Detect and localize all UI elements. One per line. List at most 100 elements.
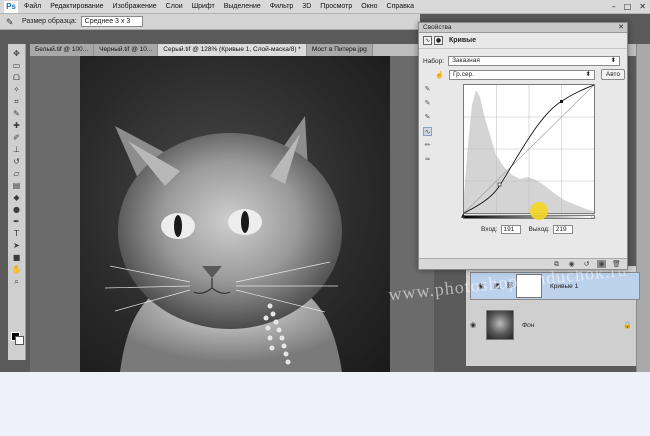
maximize-button[interactable]: □ [624,2,632,11]
menu-window[interactable]: Окно [361,3,377,10]
visibility-icon[interactable]: ◉ [597,260,606,268]
sample-size-label: Размер образца: [22,18,77,25]
mask-icon[interactable]: ● [434,36,443,45]
white-point-slider-icon[interactable]: △ [591,212,596,219]
auto-button[interactable]: Авто [601,69,625,80]
shape-tool-icon[interactable]: ■ [11,252,23,263]
hand-tool-icon[interactable]: ✋ [11,264,23,275]
lasso-tool-icon[interactable]: ᗝ [11,72,23,83]
chevron-down-icon: ⬍ [610,57,617,64]
marquee-tool-icon[interactable]: ▭ [11,60,23,71]
white-point-eyedropper-icon[interactable]: ✎ [423,113,432,122]
trash-icon[interactable]: 🗑 [612,260,621,268]
black-point-eyedropper-icon[interactable]: ✎ [423,85,432,94]
gradient-tool-icon[interactable]: ▤ [11,180,23,191]
menu-layers[interactable]: Слои [166,3,183,10]
quick-select-icon[interactable]: ✧ [11,84,23,95]
minimize-button[interactable]: – [612,2,616,11]
curves-graph[interactable] [463,84,595,214]
healing-tool-icon[interactable]: ✚ [11,120,23,131]
blur-tool-icon[interactable]: ◆ [11,192,23,203]
adjustment-name: Кривые [449,37,477,44]
window-controls: – □ ✕ [612,2,646,11]
cat-photo [80,56,390,372]
tonal-gradient-bar [463,215,595,219]
menu-image[interactable]: Изображение [113,3,157,10]
pencil-tool-icon[interactable]: ✏ [423,141,432,150]
layer-thumbnail [486,310,514,340]
view-previous-icon[interactable]: ◉ [567,260,576,268]
cursor-highlight [530,202,548,220]
stamp-tool-icon[interactable]: ⊥ [11,144,23,155]
properties-panel: Свойства ✕ ∿ ● Кривые Набор: Заказная ⬍ … [418,22,628,270]
eyedropper-tool-icon[interactable]: ✎ [11,108,23,119]
eyedropper-icon[interactable]: ✎ [6,17,16,27]
panel-title: Свойства [423,24,452,31]
options-bar: ✎ Размер образца: Среднее 3 х 3 [0,14,420,30]
output-label: Выход: [528,226,550,233]
smooth-tool-icon[interactable]: ≈ [423,155,432,164]
layer-background[interactable]: ◉ Фон 🔒 [466,308,636,342]
channel-select[interactable]: Гр.сер. ⬍ [449,69,595,80]
menu-3d[interactable]: 3D [302,3,311,10]
menu-type[interactable]: Шрифт [192,3,215,10]
reset-icon[interactable]: ↺ [582,260,591,268]
input-label: Вход: [481,226,498,233]
output-field[interactable]: 219 [552,225,573,234]
tab-black[interactable]: Черный.tif @ 10... [94,44,159,56]
type-tool-icon[interactable]: T [11,228,23,239]
menu-view[interactable]: Просмотр [320,3,352,10]
black-point-slider-icon[interactable]: ▲ [461,212,466,219]
layer-name: Фон [522,321,535,329]
close-icon[interactable]: ✕ [618,23,624,33]
panel-header: Свойства ✕ [419,23,627,33]
menu-file[interactable]: Файл [24,3,41,10]
lock-icon: 🔒 [623,322,632,329]
channel-row: ☝ Гр.сер. ⬍ Авто [435,69,625,80]
pen-tool-icon[interactable]: ✒ [11,216,23,227]
menu-filter[interactable]: Фильтр [270,3,294,10]
zoom-tool-icon[interactable]: ⌕ [11,276,23,287]
curve-point-tool-icon[interactable]: ∿ [423,127,432,136]
menu-select[interactable]: Выделение [224,3,261,10]
move-tool-icon[interactable]: ✥ [11,48,23,59]
eraser-tool-icon[interactable]: ▱ [11,168,23,179]
cat-illustration [104,116,342,372]
photoshop-window: Ps Файл Редактирование Изображение Слои … [0,0,650,372]
tab-bridge[interactable]: Мост в Питере.jpg [306,44,373,56]
preset-label: Набор: [423,57,445,65]
gray-point-eyedropper-icon[interactable]: ✎ [423,99,432,108]
adjustment-header: ∿ ● Кривые [419,33,627,49]
chevron-down-icon: ⬍ [585,70,591,78]
hand-adjust-icon[interactable]: ☝ [435,71,444,79]
ps-logo: Ps [4,0,18,13]
eye-icon[interactable]: ◉ [468,321,478,329]
preset-select[interactable]: Заказная ⬍ [448,56,621,66]
curves-graph-svg [463,84,595,214]
page-background [0,372,650,436]
input-output-row: Вход: 191 Выход: 219 [481,225,581,234]
dodge-tool-icon[interactable]: ● [11,204,23,215]
input-field[interactable]: 191 [500,225,521,234]
sample-size-select[interactable]: Среднее 3 х 3 [80,16,143,27]
channel-value: Гр.сер. [453,70,474,78]
menu-edit[interactable]: Редактирование [50,3,103,10]
crop-tool-icon[interactable]: ⌗ [11,96,23,107]
tab-gray[interactable]: Серый.tif @ 128% (Кривые 1, Слой-маска/8… [158,44,307,56]
curves-icon[interactable]: ∿ [423,36,432,45]
tools-panel: ✥ ▭ ᗝ ✧ ⌗ ✎ ✚ ✐ ⊥ ↺ ▱ ▤ ◆ ● ✒ T ➤ ■ ✋ ⌕ [8,44,26,360]
tab-white[interactable]: Белый.tif @ 100... [30,44,95,56]
preset-value: Заказная [452,57,480,64]
close-button[interactable]: ✕ [639,2,646,11]
panel-dock-strip [636,44,650,372]
canvas-area[interactable] [30,56,434,372]
brush-tool-icon[interactable]: ✐ [11,132,23,143]
path-select-icon[interactable]: ➤ [11,240,23,251]
curve-tools: ✎ ✎ ✎ ∿ ✏ ≈ [423,85,433,169]
preset-row: Набор: Заказная ⬍ [423,56,621,66]
history-brush-icon[interactable]: ↺ [11,156,23,167]
panel-footer: ⧉ ◉ ↺ ◉ 🗑 [419,258,627,269]
menu-help[interactable]: Справка [387,3,414,10]
background-color[interactable] [15,336,24,345]
clip-to-layer-icon[interactable]: ⧉ [552,260,561,268]
